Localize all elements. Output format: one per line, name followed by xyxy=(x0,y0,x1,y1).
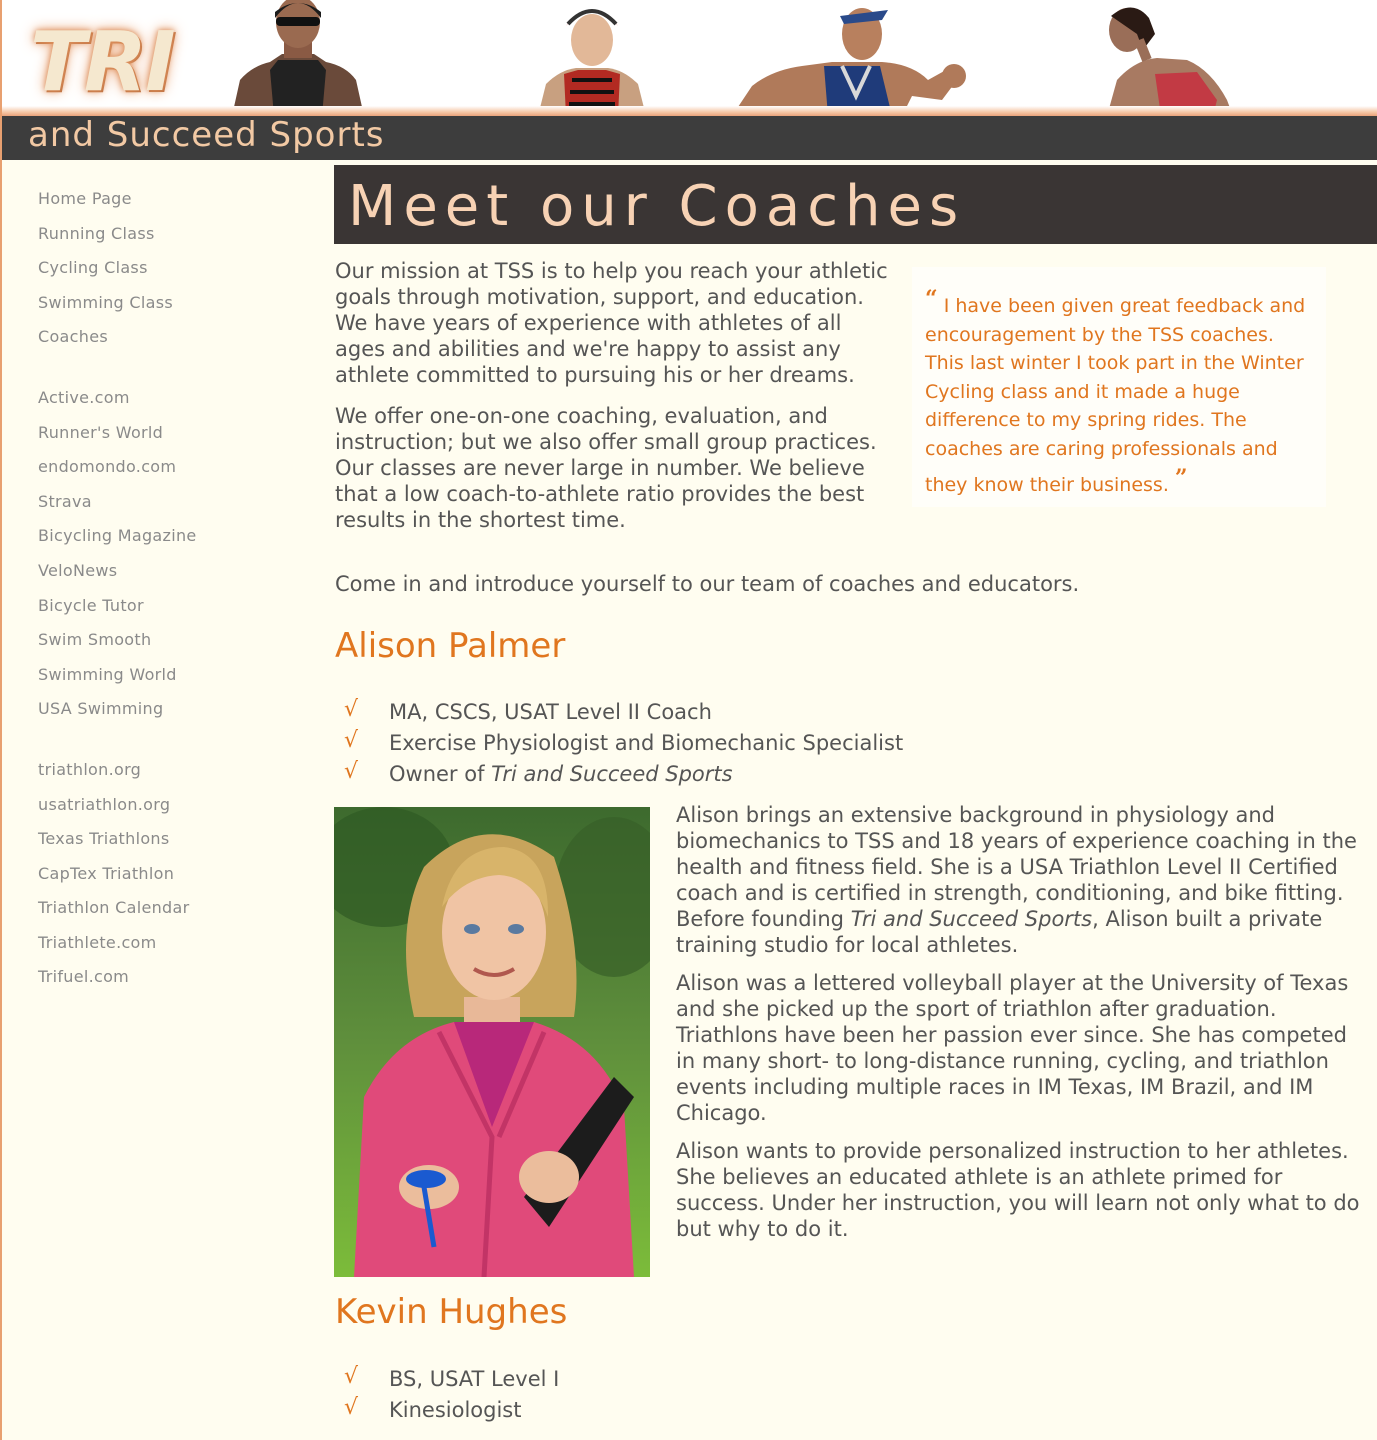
sidebar-link-triathlete-com[interactable]: Triathlete.com xyxy=(38,930,318,965)
intro-paragraph-offer: We offer one-on-one coaching, evaluation… xyxy=(335,404,877,532)
page-title-bar: Meet our Coaches xyxy=(334,165,1377,244)
sidebar-link-velonews[interactable]: VeloNews xyxy=(38,558,318,593)
sidebar-item-cycling-class[interactable]: Cycling Class xyxy=(38,255,318,290)
sidebar-link-swimming-world[interactable]: Swimming World xyxy=(38,662,318,697)
site-header: TRI and Succeed Sports xyxy=(2,0,1377,160)
credential-owner-prefix: Owner of xyxy=(389,762,492,786)
female-runner-athlete-image xyxy=(1107,7,1233,116)
sidebar-link-trifuel-com[interactable]: Trifuel.com xyxy=(38,964,318,999)
runner-athlete-image xyxy=(732,8,966,116)
open-quote-icon: “ xyxy=(925,286,938,312)
coach-name-kevin-hughes: Kevin Hughes xyxy=(335,1292,568,1332)
credential-item: √ BS, USAT Level I xyxy=(342,1364,559,1395)
checkmark-icon: √ xyxy=(344,759,359,784)
testimonial-text: I have been given great feedback and enc… xyxy=(925,295,1306,496)
coach-photo-alison xyxy=(334,807,650,1277)
bio-company-name: Tri and Succeed Sports xyxy=(850,907,1093,931)
sidebar-link-usa-swimming[interactable]: USA Swimming xyxy=(38,696,318,731)
sidebar-link-runners-world[interactable]: Runner's World xyxy=(38,420,318,455)
nav-group-pages: Home Page Running Class Cycling Class Sw… xyxy=(38,186,318,359)
sidebar-link-bicycling-magazine[interactable]: Bicycling Magazine xyxy=(38,523,318,558)
sidebar-link-strava[interactable]: Strava xyxy=(38,489,318,524)
page: TRI and Succeed Sports Home Page Running… xyxy=(0,0,1377,1440)
intro-text: Our mission at TSS is to help you reach … xyxy=(335,258,895,548)
credential-owner-company: Tri and Succeed Sports xyxy=(491,762,733,786)
credential-item: √ Kinesiologist xyxy=(342,1395,559,1426)
sidebar-link-endomondo[interactable]: endomondo.com xyxy=(38,454,318,489)
coach-portrait-image xyxy=(334,807,650,1277)
sidebar-link-captex-triathlon[interactable]: CapTex Triathlon xyxy=(38,861,318,896)
coach-name-alison-palmer: Alison Palmer xyxy=(335,626,566,666)
invite-text: Come in and introduce yourself to our te… xyxy=(335,572,1080,596)
swimmer-athlete-image xyxy=(232,0,364,116)
testimonial-text-block: “ I have been given great feedback and e… xyxy=(925,285,1314,499)
testimonial-quote: “ I have been given great feedback and e… xyxy=(912,267,1326,507)
coach-credentials-alison: √ MA, CSCS, USAT Level II Coach √ Exerci… xyxy=(342,697,903,790)
bio-paragraph-history: Alison was a lettered volleyball player … xyxy=(676,971,1349,1125)
checkmark-icon: √ xyxy=(344,1395,359,1420)
sidebar-link-triathlon-org[interactable]: triathlon.org xyxy=(38,757,318,792)
nav-group-sport-links: Active.com Runner's World endomondo.com … xyxy=(38,385,318,731)
coach-bio-alison: Alison brings an extensive background in… xyxy=(676,802,1366,1254)
checkmark-icon: √ xyxy=(344,728,359,753)
credential-item: √ Exercise Physiologist and Biomechanic … xyxy=(342,728,903,759)
nav-group-triathlon-links: triathlon.org usatriathlon.org Texas Tri… xyxy=(38,757,318,999)
sidebar-nav: Home Page Running Class Cycling Class Sw… xyxy=(38,186,318,1025)
credential-text: Kinesiologist xyxy=(389,1398,522,1422)
sidebar-link-swim-smooth[interactable]: Swim Smooth xyxy=(38,627,318,662)
credential-item: √ Owner of Tri and Succeed Sports xyxy=(342,759,903,790)
sidebar-link-usatriathlon-org[interactable]: usatriathlon.org xyxy=(38,792,318,827)
credential-text: MA, CSCS, USAT Level II Coach xyxy=(389,700,712,724)
sidebar-item-home-page[interactable]: Home Page xyxy=(38,186,318,221)
sidebar-link-texas-triathlons[interactable]: Texas Triathlons xyxy=(38,826,318,861)
sidebar-item-coaches[interactable]: Coaches xyxy=(38,324,318,359)
bio-paragraph-background: Alison brings an extensive background in… xyxy=(676,802,1366,958)
sidebar-item-running-class[interactable]: Running Class xyxy=(38,221,318,256)
bio-paragraph-philosophy: Alison wants to provide personalized ins… xyxy=(676,1139,1360,1241)
page-title: Meet our Coaches xyxy=(348,174,966,239)
sidebar-link-triathlon-calendar[interactable]: Triathlon Calendar xyxy=(38,895,318,930)
credential-text: BS, USAT Level I xyxy=(389,1367,560,1391)
logo-subtitle[interactable]: and Succeed Sports xyxy=(28,113,385,157)
coach-credentials-kevin: √ BS, USAT Level I √ Kinesiologist xyxy=(342,1364,559,1426)
credential-text: Exercise Physiologist and Biomechanic Sp… xyxy=(389,731,904,755)
checkmark-icon: √ xyxy=(344,697,359,722)
sidebar-item-swimming-class[interactable]: Swimming Class xyxy=(38,290,318,325)
close-quote-icon: ” xyxy=(1174,464,1188,491)
logo-tri-text[interactable]: TRI xyxy=(30,22,176,104)
cyclist-athlete-image xyxy=(538,9,646,116)
checkmark-icon: √ xyxy=(344,1364,359,1389)
sidebar-link-active-com[interactable]: Active.com xyxy=(38,385,318,420)
credential-item: √ MA, CSCS, USAT Level II Coach xyxy=(342,697,903,728)
intro-paragraph-mission: Our mission at TSS is to help you reach … xyxy=(335,259,888,387)
sidebar-link-bicycle-tutor[interactable]: Bicycle Tutor xyxy=(38,593,318,628)
